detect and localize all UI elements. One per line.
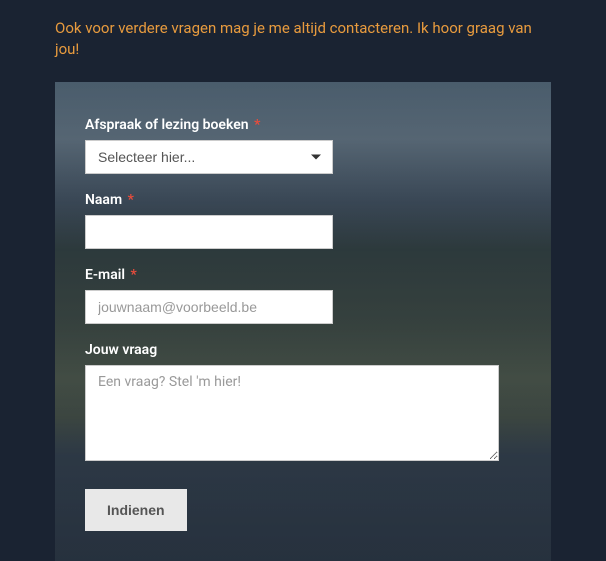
submit-button[interactable]: Indienen [85,489,187,531]
intro-text: Ook voor verdere vragen mag je me altijd… [0,0,606,60]
email-label: E-mail * [85,267,521,283]
email-label-text: E-mail [85,267,125,283]
booking-select-wrapper: Selecteer hier... [85,140,333,174]
contact-form: Afspraak of lezing boeken * Selecteer hi… [55,82,551,561]
required-indicator: * [130,267,136,283]
email-input[interactable] [85,290,333,324]
question-field-group: Jouw vraag [85,342,521,465]
booking-label: Afspraak of lezing boeken * [85,117,521,133]
question-label: Jouw vraag [85,342,521,358]
name-field-group: Naam * [85,192,521,249]
question-label-text: Jouw vraag [85,342,157,358]
name-label: Naam * [85,192,521,208]
booking-select[interactable]: Selecteer hier... [85,140,333,174]
email-field-group: E-mail * [85,267,521,324]
question-textarea[interactable] [85,365,499,461]
required-indicator: * [128,192,134,208]
required-indicator: * [254,117,260,133]
booking-label-text: Afspraak of lezing boeken [85,117,249,133]
name-input[interactable] [85,215,333,249]
name-label-text: Naam [85,192,122,208]
booking-field-group: Afspraak of lezing boeken * Selecteer hi… [85,117,521,174]
